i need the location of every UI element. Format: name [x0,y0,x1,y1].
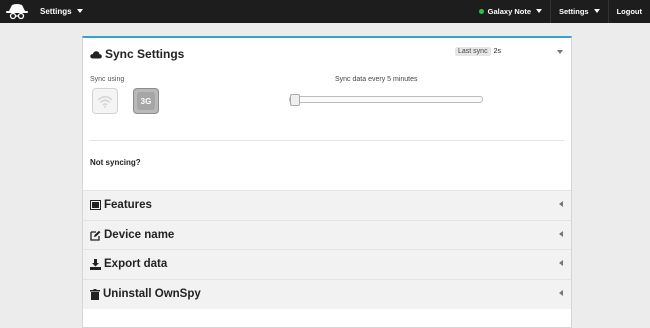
section-features-title: Features [104,199,152,211]
last-sync-badge: Last sync [455,47,491,56]
collapse-caret-icon[interactable] [557,50,563,54]
sync-using-label: Sync using [90,76,125,83]
not-syncing-link[interactable]: Not syncing? [90,158,141,167]
divider [90,140,564,141]
sync-settings-title: Sync Settings [105,47,185,61]
last-sync-value: 2s [493,48,501,55]
sync-settings-header[interactable]: Sync Settings [90,47,184,61]
cloud-icon [90,50,102,58]
section-export-data-header: Export data [90,258,167,270]
3g-label: 3G [137,92,155,110]
expand-caret-icon [559,201,563,207]
section-uninstall-header: Uninstall OwnSpy [90,288,201,300]
edit-icon [90,230,101,241]
app-menu-dropdown[interactable]: Settings [40,0,83,23]
device-online-status-icon [478,8,484,14]
expand-caret-icon [559,290,563,296]
last-sync-indicator: Last sync 2s [455,47,501,56]
device-selector-dropdown[interactable]: Galaxy Note [471,0,550,23]
device-label: Galaxy Note [487,7,531,16]
chevron-down-icon [76,8,83,13]
section-device-name-header: Device name [90,229,174,241]
section-uninstall-title: Uninstall OwnSpy [103,288,201,300]
download-icon [90,258,101,270]
sync-settings-panel: Sync Settings Last sync 2s Sync using 3G… [83,38,571,190]
settings-accordion: Sync Settings Last sync 2s Sync using 3G… [82,36,572,328]
logout-link[interactable]: Logout [607,0,650,23]
sync-interval-slider[interactable] [289,94,483,106]
chevron-down-icon [536,9,542,14]
slider-handle[interactable] [290,94,300,106]
chevron-down-icon [593,9,600,14]
spy-logo-icon[interactable] [6,2,28,21]
expand-caret-icon [559,260,563,266]
app-menu-label: Settings [40,7,72,16]
features-icon [90,200,101,210]
section-device-name[interactable]: Device name [83,220,571,250]
settings-dropdown[interactable]: Settings [550,0,608,23]
section-features[interactable]: Features [83,190,571,220]
wifi-toggle-button[interactable] [92,88,118,114]
logout-label: Logout [616,7,642,16]
section-uninstall[interactable]: Uninstall OwnSpy [83,279,571,309]
top-navbar: Settings Galaxy Note Settings Logout [0,0,650,23]
section-export-data[interactable]: Export data [83,249,571,279]
wifi-icon [97,95,113,108]
settings-label: Settings [559,7,589,16]
sync-interval-label: Sync data every 5 minutes [335,76,418,83]
expand-caret-icon [559,231,563,237]
section-device-name-title: Device name [104,229,175,241]
3g-toggle-button[interactable]: 3G [133,88,159,114]
trash-icon [90,288,100,300]
navbar-right: Galaxy Note Settings Logout [471,0,650,23]
section-export-data-title: Export data [104,258,168,270]
section-features-header: Features [90,199,152,211]
